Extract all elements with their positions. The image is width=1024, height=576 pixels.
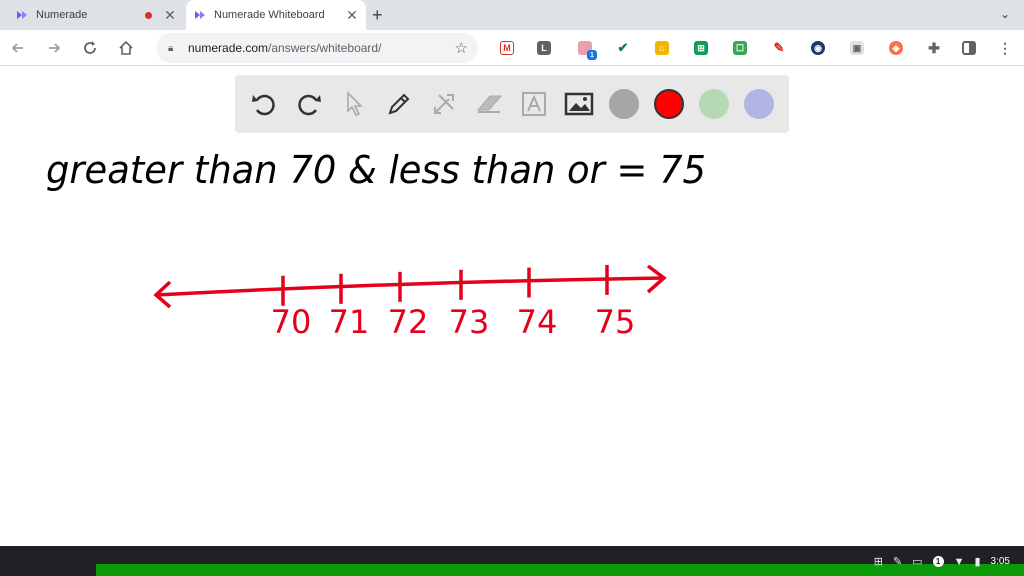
- number-line-label: 74: [517, 303, 558, 341]
- image-extension-icon[interactable]: ▣: [850, 41, 864, 55]
- tab-numerade-whiteboard[interactable]: Numerade Whiteboard ✕: [186, 0, 366, 30]
- number-line-label: 73: [449, 303, 490, 341]
- url-host: numerade.com: [188, 41, 269, 55]
- number-line-label: 75: [595, 303, 636, 341]
- eraser-icon[interactable]: [474, 89, 504, 119]
- grid-extension-icon[interactable]: ⊞: [694, 41, 708, 55]
- whiteboard-toolbar: [235, 75, 789, 133]
- close-tab-icon[interactable]: ✕: [162, 7, 178, 24]
- tab-numerade[interactable]: Numerade ✕: [8, 0, 184, 30]
- browser-toolbar: 🔒︎ numerade.com /answers/whiteboard/ ☆ M…: [0, 30, 1024, 66]
- notification-count: 1: [932, 556, 944, 567]
- new-tab-button[interactable]: +: [372, 5, 383, 26]
- color-swatch-lavender[interactable]: [744, 89, 774, 119]
- l-extension-icon[interactable]: L: [537, 41, 551, 55]
- stylus-icon[interactable]: ✎: [893, 555, 902, 568]
- pen-icon[interactable]: [384, 89, 414, 119]
- select-pointer-icon[interactable]: [339, 89, 369, 119]
- gmail-icon[interactable]: M: [500, 41, 514, 55]
- tab-strip: Numerade ✕ Numerade Whiteboard ✕ + ⌄: [0, 0, 1024, 30]
- puzzle-icon[interactable]: ✚: [927, 40, 941, 56]
- bookmark-star-icon[interactable]: ☆: [455, 39, 468, 57]
- tab-title: Numerade Whiteboard: [214, 9, 325, 21]
- redo-icon[interactable]: [294, 89, 324, 119]
- number-line-label: 70: [271, 303, 312, 341]
- tools-icon[interactable]: [429, 89, 459, 119]
- number-line-axis: [155, 276, 665, 297]
- recording-indicator-icon: [145, 11, 152, 19]
- check-extension-icon[interactable]: ✔: [616, 40, 630, 55]
- clock: 3:05: [990, 556, 1010, 567]
- fish-extension-icon[interactable]: ◆: [889, 41, 903, 55]
- back-arrow-icon[interactable]: [8, 38, 28, 58]
- number-line-label: 72: [388, 303, 429, 341]
- address-bar[interactable]: 🔒︎ numerade.com /answers/whiteboard/ ☆: [156, 33, 478, 63]
- whiteboard-canvas[interactable]: greater than 70 & less than or = 75 70 71…: [0, 134, 1024, 546]
- menu-icon[interactable]: ⋮: [998, 40, 1012, 56]
- color-swatch-gray[interactable]: [609, 89, 639, 119]
- lock-icon: 🔒︎: [168, 42, 174, 54]
- status-tray[interactable]: ⊞ ✎ ▭ 1 ▼ ▮ 3:05: [874, 555, 1010, 569]
- number-line-label: 71: [329, 303, 370, 341]
- color-swatch-red[interactable]: [654, 89, 684, 119]
- screen-extension-icon[interactable]: ☐: [733, 41, 747, 55]
- screen-capture-icon[interactable]: ⊞: [874, 555, 883, 568]
- globe-extension-icon[interactable]: ◉: [811, 41, 825, 55]
- close-tab-icon[interactable]: ✕: [344, 7, 360, 24]
- reload-icon[interactable]: [80, 38, 100, 58]
- home-icon[interactable]: [116, 38, 136, 58]
- wifi-icon: ▼: [953, 555, 965, 568]
- tab-title: Numerade: [36, 9, 88, 21]
- tab-search-chevron-down-icon[interactable]: ⌄: [1000, 7, 1010, 21]
- home-extension-icon[interactable]: ⌂: [655, 41, 669, 55]
- url-path: /answers/whiteboard/: [268, 41, 382, 55]
- number-line: 70 71 72 73 74 75: [153, 264, 667, 341]
- undo-icon[interactable]: [249, 89, 279, 119]
- forward-arrow-icon[interactable]: [44, 38, 64, 58]
- image-icon[interactable]: [564, 89, 594, 119]
- color-swatch-green[interactable]: [699, 89, 729, 119]
- notification-extension-icon[interactable]: 1: [578, 41, 597, 60]
- pen-extension-icon[interactable]: ✎: [772, 40, 786, 55]
- battery-icon: ▮: [974, 556, 981, 568]
- numerade-favicon-icon: [17, 11, 27, 19]
- handwritten-text: greater than 70 & less than or = 75: [46, 148, 706, 192]
- sidepanel-icon[interactable]: [962, 41, 976, 55]
- notification-icon[interactable]: ▭: [912, 555, 922, 568]
- extension-badge: 1: [587, 50, 597, 60]
- numerade-favicon-icon: [195, 11, 205, 19]
- text-icon[interactable]: [519, 89, 549, 119]
